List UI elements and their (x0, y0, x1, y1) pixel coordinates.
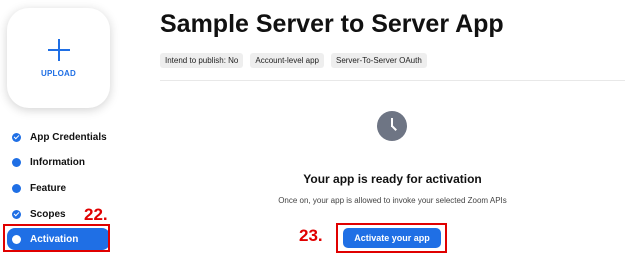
sidebar-item-label: App Credentials (30, 131, 107, 143)
activation-heading: Your app is ready for activation (303, 172, 482, 186)
sidebar-item-information[interactable]: Information (7, 151, 110, 173)
plus-icon (47, 38, 70, 61)
sidebar-item-feature[interactable]: Feature (7, 177, 110, 199)
step-dot-icon (12, 157, 21, 167)
sidebar-item-label: Information (30, 156, 85, 168)
annotation-step-22: 22. (84, 205, 108, 224)
step-dot-icon (12, 183, 21, 193)
sidebar-item-app-credentials[interactable]: App Credentials (7, 126, 110, 148)
page-title: Sample Server to Server App (160, 10, 504, 38)
activate-app-button[interactable]: Activate your app (343, 228, 441, 248)
activation-subtext: Once on, your app is allowed to invoke y… (278, 196, 507, 205)
clock-icon (377, 111, 407, 141)
account-level-badge: Account-level app (250, 53, 324, 68)
divider (160, 80, 625, 81)
check-icon (12, 209, 21, 219)
check-icon (12, 132, 21, 142)
sidebar-item-label: Scopes (30, 208, 66, 220)
publish-badge: Intend to publish: No (160, 53, 244, 68)
badge-row: Intend to publish: No Account-level app … (160, 53, 427, 68)
annotation-highlight-nav (3, 224, 110, 252)
annotation-step-23: 23. (299, 226, 323, 245)
sidebar-item-label: Feature (30, 182, 67, 194)
oauth-type-badge: Server-To-Server OAuth (330, 53, 427, 68)
upload-label: UPLOAD (41, 68, 76, 78)
upload-button[interactable]: UPLOAD (7, 8, 110, 108)
